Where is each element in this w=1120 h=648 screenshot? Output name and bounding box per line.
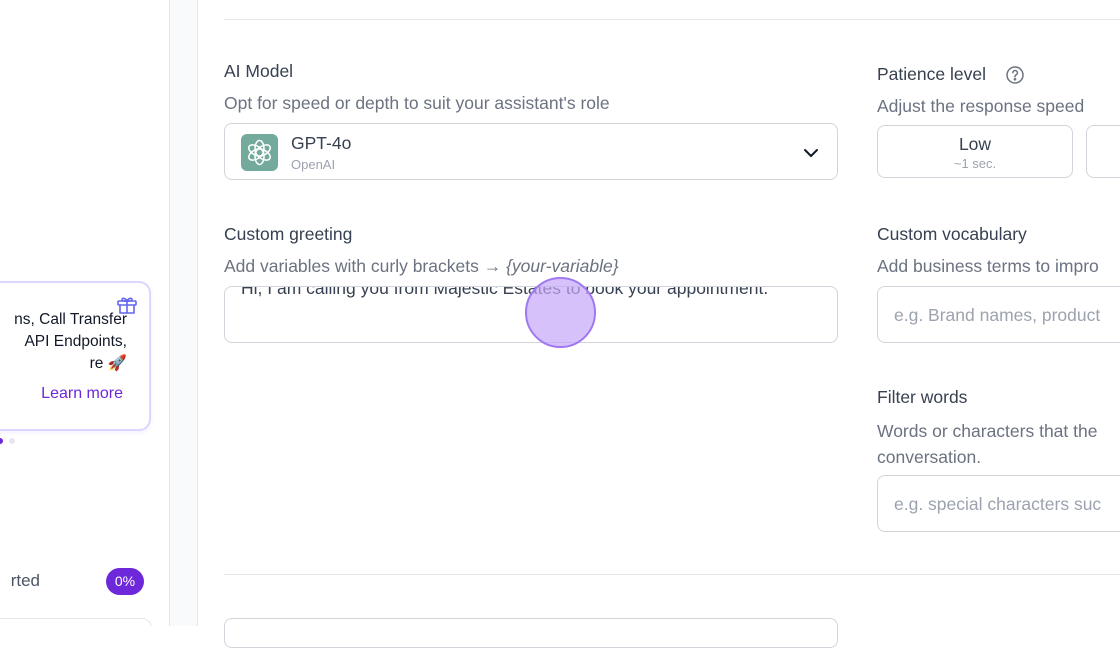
ai-model-select[interactable]: GPT-4o OpenAI xyxy=(224,123,838,180)
progress-badge: 0% xyxy=(106,568,144,595)
promo-card: ns, Call Transfer API Endpoints, re 🚀 Le… xyxy=(0,281,151,431)
promo-line: ns, Call Transfer xyxy=(14,311,127,328)
promo-line: API Endpoints, xyxy=(24,333,127,350)
learn-more-link[interactable]: Learn more xyxy=(41,385,123,403)
custom-vocabulary-input[interactable] xyxy=(894,303,1120,327)
custom-greeting-label: Custom greeting xyxy=(224,224,353,244)
patience-option-title: Low xyxy=(958,134,992,154)
custom-vocabulary-field[interactable] xyxy=(877,286,1120,343)
selected-model-name: GPT-4o xyxy=(291,133,352,153)
help-circle-icon[interactable] xyxy=(1005,65,1025,85)
patience-option-low[interactable]: Low ~1 sec. xyxy=(877,125,1073,178)
custom-greeting-description: Add variables with curly brackets → {you… xyxy=(224,256,619,277)
selected-model-provider: OpenAI xyxy=(291,157,336,172)
sidebar: ns, Call Transfer API Endpoints, re 🚀 Le… xyxy=(0,0,170,626)
patience-option-sub: ~1 sec. xyxy=(953,156,997,171)
promo-text: ns, Call Transfer API Endpoints, re 🚀 xyxy=(0,309,127,375)
patience-level-description: Adjust the response speed xyxy=(877,96,1085,116)
filter-words-input[interactable] xyxy=(894,492,1120,516)
getting-started-label[interactable]: rted xyxy=(0,571,40,591)
variable-example: {your-variable} xyxy=(506,256,619,276)
ai-model-label: AI Model xyxy=(224,61,294,81)
filter-words-description: Words or characters that the conversatio… xyxy=(877,421,1098,467)
custom-greeting-textarea[interactable]: Hi, I am calling you from Majestic Estat… xyxy=(224,286,838,343)
promo-line: re 🚀 xyxy=(89,355,127,372)
custom-greeting-value: Hi, I am calling you from Majestic Estat… xyxy=(241,286,769,298)
divider xyxy=(224,19,1120,20)
lower-input[interactable] xyxy=(224,618,838,648)
custom-vocabulary-label: Custom vocabulary xyxy=(877,224,1027,244)
patience-option-medium[interactable] xyxy=(1086,125,1120,178)
chevron-down-icon xyxy=(801,143,821,163)
filter-words-field[interactable] xyxy=(877,475,1120,532)
sidebar-bottom-card[interactable] xyxy=(0,618,152,626)
patience-level-label: Patience level xyxy=(877,64,986,84)
filter-words-label: Filter words xyxy=(877,387,968,407)
custom-greeting-description-text: Add variables with curly brackets → xyxy=(224,256,507,276)
custom-vocabulary-description: Add business terms to impro xyxy=(877,256,1099,276)
carousel-dot[interactable] xyxy=(9,438,15,444)
openai-logo-icon xyxy=(241,134,278,171)
divider xyxy=(224,574,1120,575)
carousel-dots xyxy=(0,438,20,446)
content-gutter xyxy=(170,0,198,626)
ai-model-description: Opt for speed or depth to suit your assi… xyxy=(224,93,610,113)
carousel-dot-active[interactable] xyxy=(0,438,3,444)
